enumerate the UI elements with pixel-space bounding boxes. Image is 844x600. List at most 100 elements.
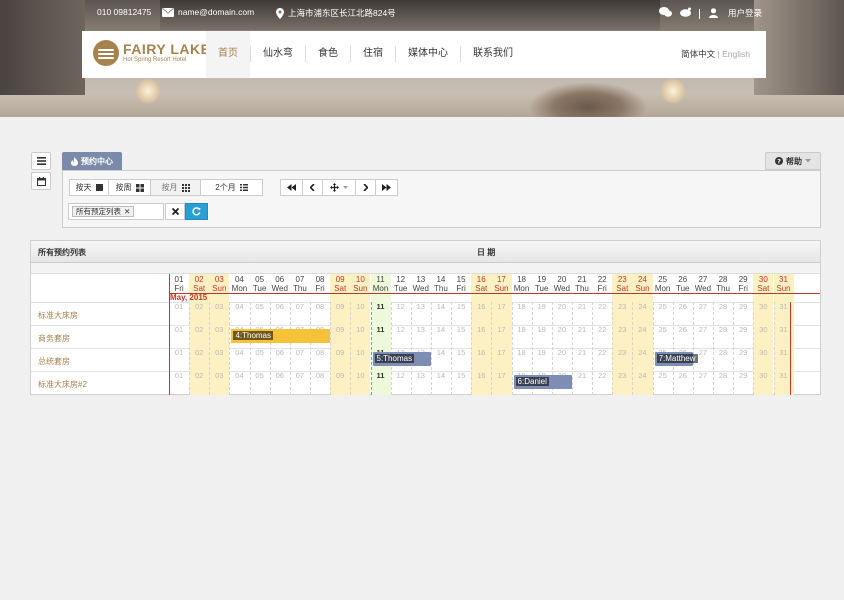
- cell-day-number[interactable]: 13: [411, 325, 431, 334]
- cell-day-number[interactable]: 07: [290, 371, 310, 380]
- cell-day-number[interactable]: 26: [673, 325, 693, 334]
- cell-day-number[interactable]: 03: [209, 371, 229, 380]
- cell-day-number[interactable]: 06: [270, 371, 290, 380]
- cell-day-number[interactable]: 23: [612, 325, 632, 334]
- cell-day-number[interactable]: 26: [673, 371, 693, 380]
- cell-day-number[interactable]: 27: [693, 302, 713, 311]
- cell-day-number[interactable]: 19: [532, 325, 552, 334]
- reservation-bar[interactable]: 5:Thomas: [372, 352, 431, 366]
- cell-day-number[interactable]: 14: [431, 371, 451, 380]
- cell-day-number[interactable]: 13: [411, 302, 431, 311]
- reservation-bar[interactable]: 4:Thomas: [231, 329, 331, 343]
- wechat-link[interactable]: [659, 7, 672, 17]
- view-two-months-button[interactable]: 2个月: [200, 179, 263, 196]
- cell-day-number[interactable]: 29: [733, 325, 753, 334]
- cell-day-number[interactable]: 16: [471, 371, 491, 380]
- cell-day-number[interactable]: 16: [471, 348, 491, 357]
- cell-day-number[interactable]: 01: [169, 325, 189, 334]
- cell-day-number[interactable]: 08: [310, 302, 330, 311]
- cell-day-number[interactable]: 17: [491, 348, 511, 357]
- cell-day-number[interactable]: 24: [632, 371, 652, 380]
- cell-day-number[interactable]: 20: [552, 302, 572, 311]
- cell-day-number[interactable]: 23: [612, 302, 632, 311]
- cell-day-number[interactable]: 17: [491, 371, 511, 380]
- cell-day-number[interactable]: 23: [612, 348, 632, 357]
- cell-day-number[interactable]: 29: [733, 302, 753, 311]
- cell-day-number[interactable]: 10: [350, 348, 370, 357]
- cell-day-number[interactable]: 18: [512, 302, 532, 311]
- cell-day-number[interactable]: 09: [330, 302, 350, 311]
- room-label-standard-king[interactable]: 标准大床房: [38, 310, 78, 321]
- prev-page-button[interactable]: [302, 179, 323, 196]
- brand-logo[interactable]: FAIRY LAKE Hot Spring Resort Hotel: [93, 40, 210, 66]
- cell-day-number[interactable]: 12: [391, 371, 411, 380]
- cell-day-number[interactable]: 16: [471, 325, 491, 334]
- view-by-day-button[interactable]: 按天: [69, 179, 109, 196]
- cell-day-number[interactable]: 19: [532, 348, 552, 357]
- cell-day-number[interactable]: 21: [572, 371, 592, 380]
- cell-day-number[interactable]: 13: [411, 371, 431, 380]
- cell-day-number[interactable]: 25: [653, 371, 673, 380]
- cell-day-number[interactable]: 07: [290, 348, 310, 357]
- chip-remove-icon[interactable]: ✕: [124, 207, 130, 216]
- cell-day-number[interactable]: 24: [632, 325, 652, 334]
- room-label-standard-king-2[interactable]: 标准大床房#2: [38, 379, 87, 390]
- cell-day-number[interactable]: 11: [371, 302, 391, 311]
- view-by-month-button[interactable]: 按月: [150, 179, 201, 196]
- cell-day-number[interactable]: 21: [572, 325, 592, 334]
- tab-booking-center[interactable]: 预约中心: [62, 152, 122, 170]
- cell-day-number[interactable]: 10: [350, 325, 370, 334]
- cell-day-number[interactable]: 27: [693, 371, 713, 380]
- cell-day-number[interactable]: 17: [491, 325, 511, 334]
- cell-day-number[interactable]: 20: [552, 348, 572, 357]
- cell-day-number[interactable]: 14: [431, 348, 451, 357]
- cell-day-number[interactable]: 30: [753, 348, 773, 357]
- cell-day-number[interactable]: 12: [391, 302, 411, 311]
- cell-day-number[interactable]: 30: [753, 302, 773, 311]
- cell-day-number[interactable]: 29: [733, 371, 753, 380]
- cell-day-number[interactable]: 24: [632, 348, 652, 357]
- cell-day-number[interactable]: 30: [753, 325, 773, 334]
- cell-day-number[interactable]: 23: [612, 371, 632, 380]
- room-label-presidential-suite[interactable]: 总统套房: [38, 356, 70, 367]
- room-label-business-suite[interactable]: 商务套房: [38, 333, 70, 344]
- cell-day-number[interactable]: 09: [330, 348, 350, 357]
- cell-day-number[interactable]: 31: [774, 325, 794, 334]
- cell-day-number[interactable]: 16: [471, 302, 491, 311]
- cell-day-number[interactable]: 15: [451, 371, 471, 380]
- last-page-button[interactable]: [375, 179, 398, 196]
- cell-day-number[interactable]: 30: [753, 371, 773, 380]
- cell-day-number[interactable]: 31: [774, 371, 794, 380]
- cell-day-number[interactable]: 15: [451, 302, 471, 311]
- cell-day-number[interactable]: 15: [451, 325, 471, 334]
- cell-day-number[interactable]: 05: [250, 348, 270, 357]
- cell-day-number[interactable]: 28: [713, 302, 733, 311]
- cell-day-number[interactable]: 15: [451, 348, 471, 357]
- cell-day-number[interactable]: 02: [189, 371, 209, 380]
- cell-day-number[interactable]: 28: [713, 371, 733, 380]
- cell-day-number[interactable]: 29: [733, 348, 753, 357]
- cell-day-number[interactable]: 25: [653, 325, 673, 334]
- lang-english[interactable]: English: [722, 49, 750, 59]
- cell-day-number[interactable]: 07: [290, 302, 310, 311]
- cell-day-number[interactable]: 12: [391, 325, 411, 334]
- cell-day-number[interactable]: 28: [713, 325, 733, 334]
- cell-day-number[interactable]: 22: [592, 371, 612, 380]
- cell-day-number[interactable]: 06: [270, 302, 290, 311]
- nav-item-dining[interactable]: 食色: [306, 31, 350, 78]
- cell-day-number[interactable]: 10: [350, 371, 370, 380]
- login-link[interactable]: 用户登录: [709, 7, 762, 19]
- cell-day-number[interactable]: 22: [592, 302, 612, 311]
- nav-item-home[interactable]: 首页: [206, 31, 250, 78]
- cell-day-number[interactable]: 24: [632, 302, 652, 311]
- reservation-bar[interactable]: 7:Matthew: [654, 352, 698, 366]
- cell-day-number[interactable]: 08: [310, 371, 330, 380]
- cell-day-number[interactable]: 18: [512, 325, 532, 334]
- cell-day-number[interactable]: 28: [713, 348, 733, 357]
- email-contact[interactable]: name@domain.com: [162, 7, 254, 17]
- cell-day-number[interactable]: 25: [653, 302, 673, 311]
- cell-day-number[interactable]: 04: [229, 302, 249, 311]
- cell-day-number[interactable]: 17: [491, 302, 511, 311]
- cell-day-number[interactable]: 31: [774, 348, 794, 357]
- view-by-week-button[interactable]: 按周: [108, 179, 151, 196]
